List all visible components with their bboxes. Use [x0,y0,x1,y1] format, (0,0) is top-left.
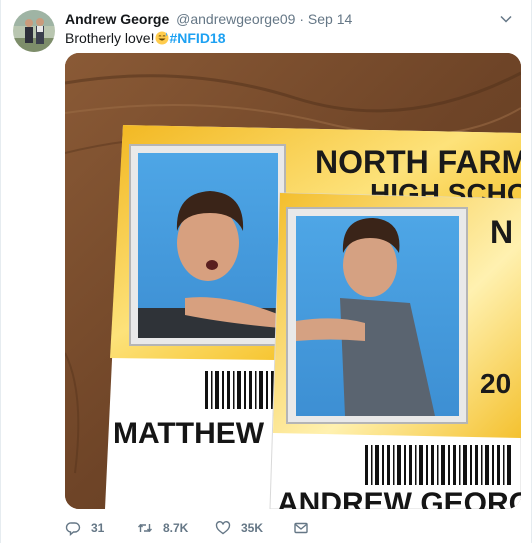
hashtag-link[interactable]: #NFID18 [169,30,225,46]
envelope-icon [294,522,308,534]
tweet-header: Andrew George @andrewgeorge09 · Sep 14 [65,10,352,28]
card-student-name-matthew: MATTHEW [113,417,265,450]
author-name[interactable]: Andrew George [65,11,169,27]
like-button[interactable]: 35K [215,520,293,536]
tweet-text: Brotherly love! #NFID18 [65,29,226,47]
card-school-initial: N [490,214,513,250]
card-year: 20 [480,368,511,399]
retweet-button[interactable]: 8.7K [137,520,215,536]
retweet-count: 8.7K [163,521,189,535]
chevron-down-icon[interactable] [499,12,513,26]
author-handle[interactable]: @andrewgeorge09 [176,11,295,27]
smiling-face-with-sweat-emoji [155,31,169,45]
reply-icon [65,522,81,536]
retweet-icon [138,524,152,532]
tweet-actions: 31 8.7K 35K [65,519,319,537]
avatar[interactable] [13,10,55,52]
heart-icon [215,521,231,535]
id-card-andrew: N 20 ANDREW GEORG [269,192,521,509]
direct-message-button[interactable] [293,520,319,536]
card-student-name-andrew: ANDREW GEORG [277,487,521,509]
reply-count: 31 [91,521,105,535]
tweet-body-text: Brotherly love! [65,30,155,46]
tweet-photo[interactable]: NORTH FARMI HIGH SCHO MATTHEW N 20 ANDRE… [65,53,521,509]
tweet[interactable]: Andrew George @andrewgeorge09 · Sep 14 B… [0,0,532,543]
tweet-date[interactable]: Sep 14 [308,11,352,27]
card-school-name: NORTH FARMI [315,144,521,180]
like-count: 35K [241,521,264,535]
separator-dot: · [299,11,304,27]
reply-button[interactable]: 31 [65,520,137,536]
